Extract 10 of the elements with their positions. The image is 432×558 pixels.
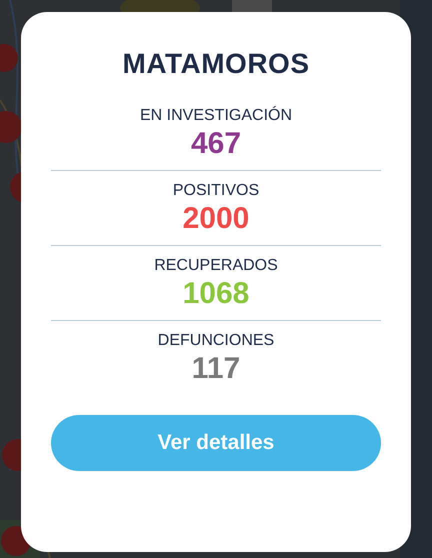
stat-label: RECUPERADOS: [154, 256, 278, 276]
stat-value: 1068: [182, 276, 250, 312]
stat-label: POSITIVOS: [172, 181, 260, 201]
stat-value: 2000: [182, 201, 250, 237]
details-button[interactable]: Ver detalles: [51, 415, 381, 471]
dialog-title: MATAMOROS: [122, 48, 310, 80]
stat-label: EN INVESTIGACIÓN: [140, 106, 292, 126]
stat-value: 117: [192, 351, 240, 387]
stat-label: DEFUNCIONES: [158, 331, 274, 351]
stat-value: 467: [190, 126, 242, 162]
